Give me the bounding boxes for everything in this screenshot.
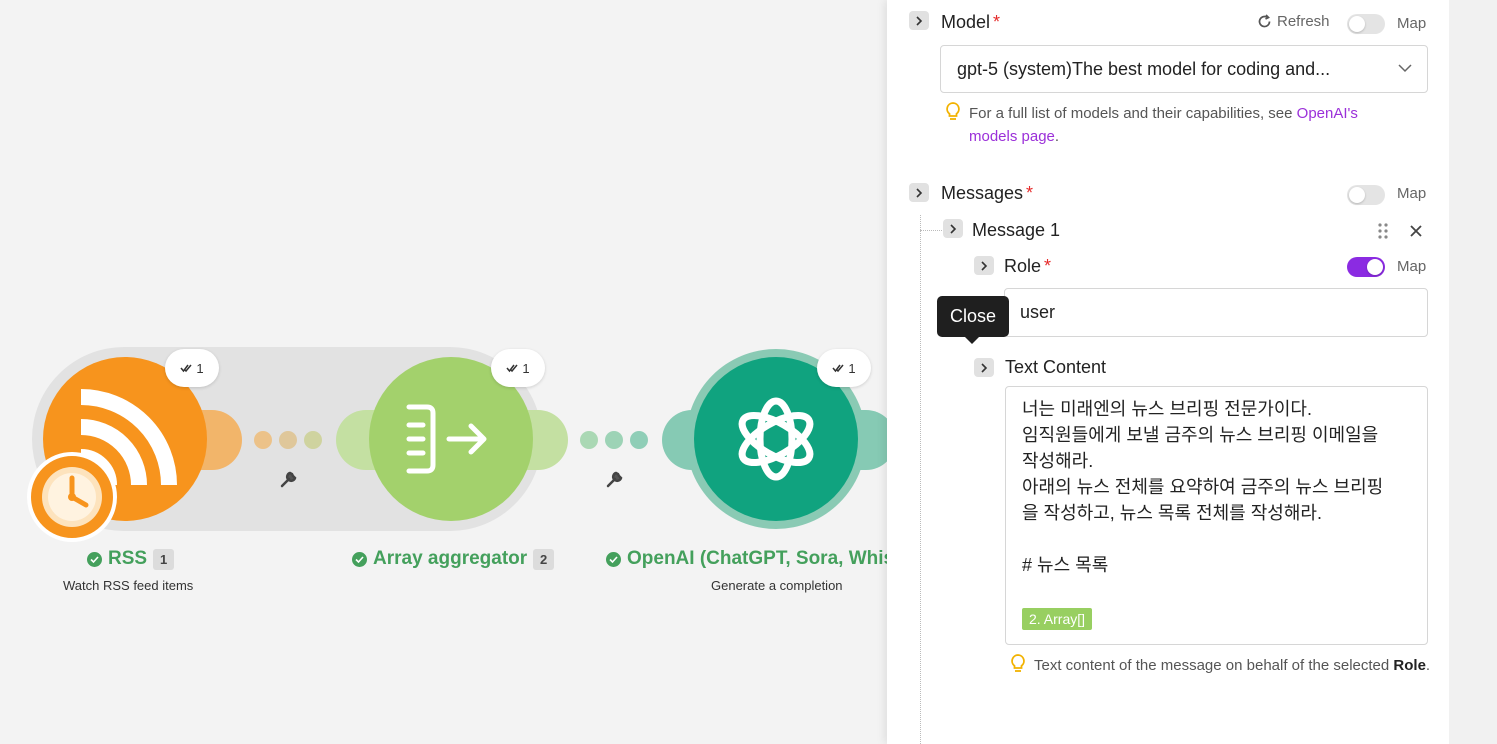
toggle-knob	[1367, 259, 1383, 275]
connector-dot	[605, 431, 623, 449]
chevron-right-icon	[950, 223, 957, 234]
text-content-hint-end: .	[1425, 657, 1431, 674]
model-select[interactable]: gpt-5 (system)The best model for coding …	[940, 45, 1428, 93]
clock-icon	[42, 467, 102, 527]
text-line: 작성해라.	[1022, 451, 1094, 471]
connector-dot	[580, 431, 598, 449]
rss-ops-count: 1	[196, 360, 204, 376]
text-content-hint: Text content of the message on behalf of…	[1034, 654, 1434, 677]
messages-label-text: Messages	[941, 183, 1024, 203]
message1-expand-toggle[interactable]	[943, 219, 963, 238]
lightbulb-icon	[1011, 654, 1025, 672]
model-map-label: Map	[1397, 15, 1427, 32]
rss-title[interactable]: RSS 1	[87, 548, 175, 570]
close-tooltip: Close	[937, 296, 1010, 344]
lightbulb-icon	[946, 102, 960, 120]
aggregator-ops-badge[interactable]: 1	[491, 349, 545, 387]
right-gutter	[1449, 0, 1497, 744]
success-check-icon	[352, 551, 367, 567]
messages-expand-toggle[interactable]	[909, 183, 929, 202]
schedule-clock[interactable]	[27, 452, 117, 542]
chevron-right-icon	[916, 187, 923, 198]
text-content-label: Text Content	[1005, 357, 1107, 377]
text-content-editor[interactable]: 너는 미래엔의 뉴스 브리핑 전문가이다. 임직원들에게 보낼 금주의 뉴스 브…	[1005, 386, 1428, 645]
aggregator-ops-count: 1	[522, 360, 530, 376]
messages-label: Messages *	[941, 183, 1033, 204]
array-aggregator-title[interactable]: Array aggregator 2	[352, 548, 555, 570]
text-line: 아래의 뉴스 전체를 요약하여 금주의 뉴스 브리핑	[1022, 477, 1384, 497]
required-marker: *	[1026, 183, 1034, 203]
chevron-right-icon	[981, 260, 988, 271]
toggle-knob	[1349, 187, 1365, 203]
drag-handle-icon[interactable]	[1377, 222, 1389, 240]
messages-map-label: Map	[1397, 185, 1427, 202]
role-input[interactable]: user	[1004, 288, 1428, 337]
openai-subtitle: Generate a completion	[711, 578, 843, 593]
model-expand-toggle[interactable]	[909, 11, 929, 30]
text-line: # 뉴스 목록	[1022, 555, 1109, 575]
text-line: 임직원들에게 보낼 금주의 뉴스 브리핑 이메일을	[1022, 425, 1379, 445]
model-label-text: Model	[941, 12, 991, 32]
text-content-hint-text: Text content of the message on behalf of…	[1034, 657, 1394, 674]
openai-title-text: OpenAI (ChatGPT, Sora, Whis	[627, 548, 895, 569]
chevron-right-icon	[916, 15, 923, 26]
required-marker: *	[1044, 256, 1052, 276]
model-hint-text: For a full list of models and their capa…	[969, 105, 1297, 122]
rss-run-count: 1	[153, 548, 175, 570]
refresh-icon	[1258, 14, 1271, 28]
wrench-icon[interactable]	[605, 469, 625, 489]
refresh-button[interactable]: Refresh	[1257, 13, 1330, 30]
text-line-empty	[1022, 578, 1411, 604]
required-marker: *	[993, 12, 1001, 32]
role-label-text: Role	[1004, 256, 1042, 276]
wrench-icon[interactable]	[279, 469, 299, 489]
toggle-knob	[1349, 16, 1365, 32]
model-label: Model *	[941, 12, 1000, 33]
double-check-icon	[180, 364, 192, 373]
message1-label: Message 1	[972, 220, 1061, 240]
rss-title-text: RSS	[108, 548, 148, 569]
openai-ops-count: 1	[848, 360, 856, 376]
connector-dot	[279, 431, 297, 449]
model-hint: For a full list of models and their capa…	[969, 102, 1409, 148]
connector-dot	[630, 431, 648, 449]
role-map-toggle[interactable]	[1347, 257, 1385, 277]
messages-map-toggle[interactable]	[1347, 185, 1385, 205]
connector-dot	[304, 431, 322, 449]
array-aggregator-title-text: Array aggregator	[373, 548, 528, 569]
success-check-icon	[87, 551, 102, 567]
chevron-right-icon	[981, 362, 988, 373]
array-aggregator-run-count: 2	[533, 548, 555, 570]
role-map-label: Map	[1397, 258, 1427, 275]
tree-guide-line	[920, 215, 921, 744]
close-icon[interactable]	[1409, 224, 1423, 238]
text-line: 너는 미래엔의 뉴스 브리핑 전문가이다.	[1022, 399, 1312, 419]
refresh-label: Refresh	[1277, 13, 1330, 30]
model-select-value: gpt-5 (system)The best model for coding …	[957, 59, 1331, 79]
text-line: 을 작성하고, 뉴스 목록 전체를 작성해라.	[1022, 503, 1322, 523]
array-aggregator-icon	[406, 404, 487, 474]
rss-subtitle: Watch RSS feed items	[63, 578, 194, 593]
double-check-icon	[832, 364, 844, 373]
text-content-expand-toggle[interactable]	[974, 358, 994, 377]
connector-dot	[254, 431, 272, 449]
success-check-icon	[606, 551, 621, 567]
role-input-value: user	[1020, 302, 1056, 322]
rss-ops-badge[interactable]: 1	[165, 349, 219, 387]
module-settings-panel: Model * Refresh Map gpt-5 (system)The bes…	[887, 0, 1449, 744]
openai-ops-badge[interactable]: 1	[817, 349, 871, 387]
chevron-down-icon	[1398, 64, 1412, 73]
text-content-hint-bold: Role	[1393, 657, 1426, 674]
role-expand-toggle[interactable]	[974, 256, 994, 275]
model-hint-end: .	[1054, 128, 1060, 145]
openai-icon	[738, 397, 814, 481]
array-mapping-pill[interactable]: 2. Array[]	[1022, 608, 1093, 630]
tree-guide-branch	[920, 230, 942, 231]
text-line	[1022, 526, 1411, 552]
double-check-icon	[506, 364, 518, 373]
role-label: Role *	[1004, 256, 1051, 277]
openai-title[interactable]: OpenAI (ChatGPT, Sora, Whis	[606, 548, 894, 570]
model-map-toggle[interactable]	[1347, 14, 1385, 34]
